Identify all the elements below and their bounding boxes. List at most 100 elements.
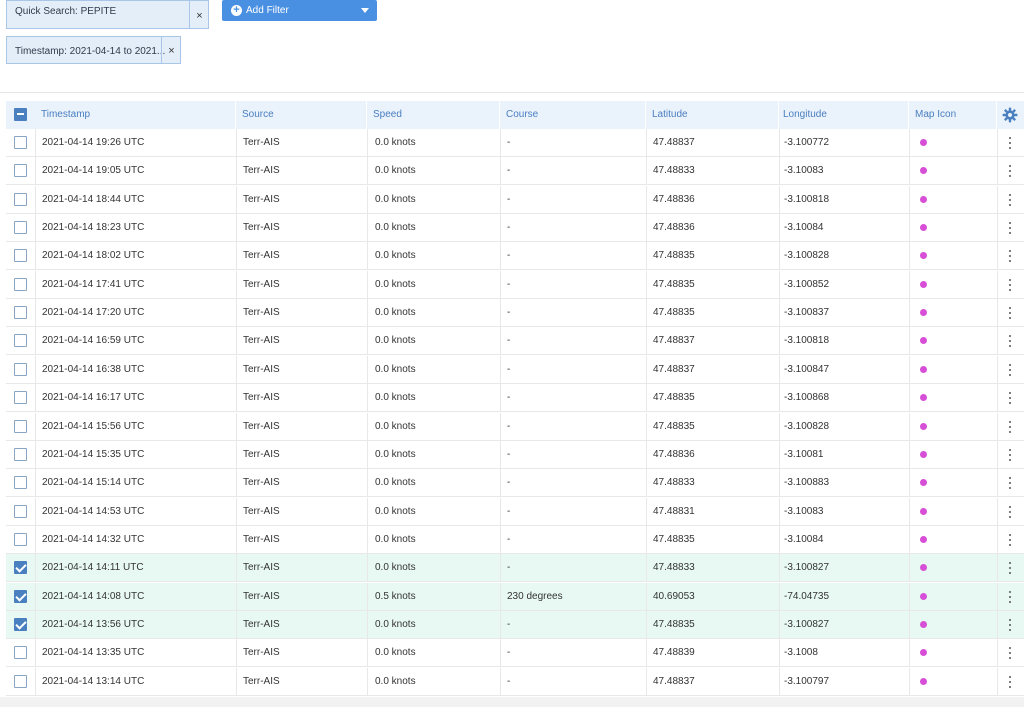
row-menu-kebab-icon[interactable] bbox=[1004, 278, 1016, 292]
row-menu-kebab-icon[interactable] bbox=[1004, 420, 1016, 434]
cell-source: Terr-AIS bbox=[243, 505, 280, 517]
table-row[interactable]: 2021-04-14 16:59 UTC Terr-AIS 0.0 knots - 47… bbox=[6, 327, 1024, 356]
quick-search-chip-close-icon[interactable]: × bbox=[189, 1, 209, 28]
row-checkbox[interactable] bbox=[14, 164, 27, 178]
chevron-down-icon[interactable] bbox=[361, 8, 369, 13]
add-filter-button[interactable]: + Add Filter bbox=[222, 0, 377, 21]
row-menu-kebab-icon[interactable] bbox=[1004, 561, 1016, 575]
timestamp-filter-chip-close-icon[interactable]: × bbox=[161, 37, 181, 63]
column-header-source[interactable]: Source bbox=[236, 101, 367, 129]
map-marker-icon[interactable] bbox=[920, 620, 927, 628]
column-header-speed[interactable]: Speed bbox=[367, 101, 500, 129]
map-marker-icon[interactable] bbox=[920, 564, 927, 572]
table-row[interactable]: 2021-04-14 15:56 UTC Terr-AIS 0.0 knots - 47… bbox=[6, 412, 1024, 441]
map-marker-icon[interactable] bbox=[920, 535, 927, 543]
table-row[interactable]: 2021-04-14 14:53 UTC Terr-AIS 0.0 knots - 47… bbox=[6, 497, 1024, 526]
table-row[interactable]: 2021-04-14 19:05 UTC Terr-AIS 0.0 knots - 47… bbox=[6, 157, 1024, 186]
table-row[interactable]: 2021-04-14 16:38 UTC Terr-AIS 0.0 knots - 47… bbox=[6, 355, 1024, 384]
row-menu-kebab-icon[interactable] bbox=[1004, 448, 1016, 462]
row-checkbox[interactable] bbox=[14, 277, 27, 291]
map-marker-icon[interactable] bbox=[920, 649, 927, 657]
row-menu-kebab-icon[interactable] bbox=[1004, 334, 1016, 348]
column-header-longitude[interactable]: Longitude bbox=[779, 101, 909, 129]
table-row[interactable]: 2021-04-14 13:56 UTC Terr-AIS 0.0 knots - 47… bbox=[6, 610, 1024, 639]
cell-source: Terr-AIS bbox=[243, 193, 280, 205]
column-header-map-icon[interactable]: Map Icon bbox=[909, 101, 997, 129]
row-checkbox[interactable] bbox=[14, 561, 27, 575]
table-row[interactable]: 2021-04-14 18:02 UTC Terr-AIS 0.0 knots - 47… bbox=[6, 242, 1024, 271]
map-marker-icon[interactable] bbox=[920, 280, 927, 288]
row-checkbox[interactable] bbox=[14, 362, 27, 376]
row-menu-kebab-icon[interactable] bbox=[1004, 675, 1016, 689]
column-header-timestamp[interactable]: Timestamp bbox=[35, 101, 236, 129]
row-menu-kebab-icon[interactable] bbox=[1004, 391, 1016, 405]
column-divider bbox=[367, 327, 368, 355]
row-checkbox[interactable] bbox=[14, 419, 27, 433]
map-marker-icon[interactable] bbox=[920, 167, 927, 175]
row-menu-kebab-icon[interactable] bbox=[1004, 533, 1016, 547]
column-divider bbox=[35, 639, 36, 667]
row-menu-kebab-icon[interactable] bbox=[1004, 590, 1016, 604]
row-checkbox[interactable] bbox=[14, 306, 27, 320]
map-marker-icon[interactable] bbox=[920, 422, 927, 430]
row-menu-kebab-icon[interactable] bbox=[1004, 646, 1016, 660]
column-header-course[interactable]: Course bbox=[500, 101, 646, 129]
map-marker-icon[interactable] bbox=[920, 677, 927, 685]
select-all-checkbox[interactable] bbox=[14, 108, 27, 121]
row-checkbox[interactable] bbox=[14, 334, 27, 348]
table-row[interactable]: 2021-04-14 13:35 UTC Terr-AIS 0.0 knots - 47… bbox=[6, 639, 1024, 668]
row-checkbox[interactable] bbox=[14, 646, 27, 660]
map-marker-icon[interactable] bbox=[920, 309, 927, 317]
map-marker-icon[interactable] bbox=[920, 450, 927, 458]
map-marker-icon[interactable] bbox=[920, 139, 927, 146]
row-checkbox[interactable] bbox=[14, 136, 27, 149]
map-marker-icon[interactable] bbox=[920, 365, 927, 373]
table-row[interactable]: 2021-04-14 15:35 UTC Terr-AIS 0.0 knots - 47… bbox=[6, 440, 1024, 469]
map-marker-icon[interactable] bbox=[920, 592, 927, 600]
row-menu-kebab-icon[interactable] bbox=[1004, 618, 1016, 632]
table-row[interactable]: 2021-04-14 17:41 UTC Terr-AIS 0.0 knots - 47… bbox=[6, 270, 1024, 299]
table-row[interactable]: 2021-04-14 14:08 UTC Terr-AIS 0.5 knots 230… bbox=[6, 582, 1024, 611]
table-row[interactable]: 2021-04-14 13:14 UTC Terr-AIS 0.0 knots - 47… bbox=[6, 667, 1024, 696]
table-row[interactable]: 2021-04-14 19:26 UTC Terr-AIS 0.0 knots - 47… bbox=[6, 129, 1024, 157]
row-checkbox[interactable] bbox=[14, 589, 27, 603]
row-checkbox[interactable] bbox=[14, 221, 27, 235]
row-checkbox[interactable] bbox=[14, 504, 27, 518]
map-marker-icon[interactable] bbox=[920, 394, 927, 402]
table-row[interactable]: 2021-04-14 16:17 UTC Terr-AIS 0.0 knots - 47… bbox=[6, 384, 1024, 413]
table-row[interactable]: 2021-04-14 17:20 UTC Terr-AIS 0.0 knots - 47… bbox=[6, 299, 1024, 328]
map-marker-icon[interactable] bbox=[920, 224, 927, 232]
map-marker-icon[interactable] bbox=[920, 479, 927, 487]
row-checkbox[interactable] bbox=[14, 532, 27, 546]
row-checkbox[interactable] bbox=[14, 391, 27, 405]
cell-timestamp: 2021-04-14 16:38 UTC bbox=[42, 363, 145, 375]
map-marker-icon[interactable] bbox=[920, 337, 927, 345]
row-checkbox[interactable] bbox=[14, 476, 27, 490]
row-menu-kebab-icon[interactable] bbox=[1004, 193, 1016, 207]
column-divider bbox=[997, 214, 998, 242]
map-marker-icon[interactable] bbox=[920, 507, 927, 515]
row-menu-kebab-icon[interactable] bbox=[1004, 476, 1016, 490]
row-menu-kebab-icon[interactable] bbox=[1004, 164, 1016, 178]
table-row[interactable]: 2021-04-14 18:44 UTC Terr-AIS 0.0 knots - 47… bbox=[6, 185, 1024, 214]
column-header-latitude[interactable]: Latitude bbox=[646, 101, 779, 129]
gear-icon[interactable] bbox=[1002, 107, 1018, 123]
table-row[interactable]: 2021-04-14 14:11 UTC Terr-AIS 0.0 knots - 47… bbox=[6, 554, 1024, 583]
row-menu-kebab-icon[interactable] bbox=[1004, 249, 1016, 263]
row-checkbox[interactable] bbox=[14, 674, 27, 688]
table-row[interactable]: 2021-04-14 18:23 UTC Terr-AIS 0.0 knots - 47… bbox=[6, 214, 1024, 243]
row-menu-kebab-icon[interactable] bbox=[1004, 363, 1016, 377]
row-checkbox[interactable] bbox=[14, 617, 27, 631]
row-menu-kebab-icon[interactable] bbox=[1004, 306, 1016, 320]
row-checkbox[interactable] bbox=[14, 447, 27, 461]
map-marker-icon[interactable] bbox=[920, 252, 927, 260]
table-row[interactable]: 2021-04-14 15:14 UTC Terr-AIS 0.0 knots - 47… bbox=[6, 469, 1024, 498]
row-checkbox[interactable] bbox=[14, 249, 27, 263]
table-row[interactable]: 2021-04-14 14:32 UTC Terr-AIS 0.0 knots - 47… bbox=[6, 525, 1024, 554]
row-menu-kebab-icon[interactable] bbox=[1004, 505, 1016, 519]
map-marker-icon[interactable] bbox=[920, 195, 927, 203]
row-menu-kebab-icon[interactable] bbox=[1004, 136, 1016, 150]
row-checkbox[interactable] bbox=[14, 192, 27, 206]
cell-latitude: 47.48836 bbox=[653, 193, 695, 205]
row-menu-kebab-icon[interactable] bbox=[1004, 221, 1016, 235]
